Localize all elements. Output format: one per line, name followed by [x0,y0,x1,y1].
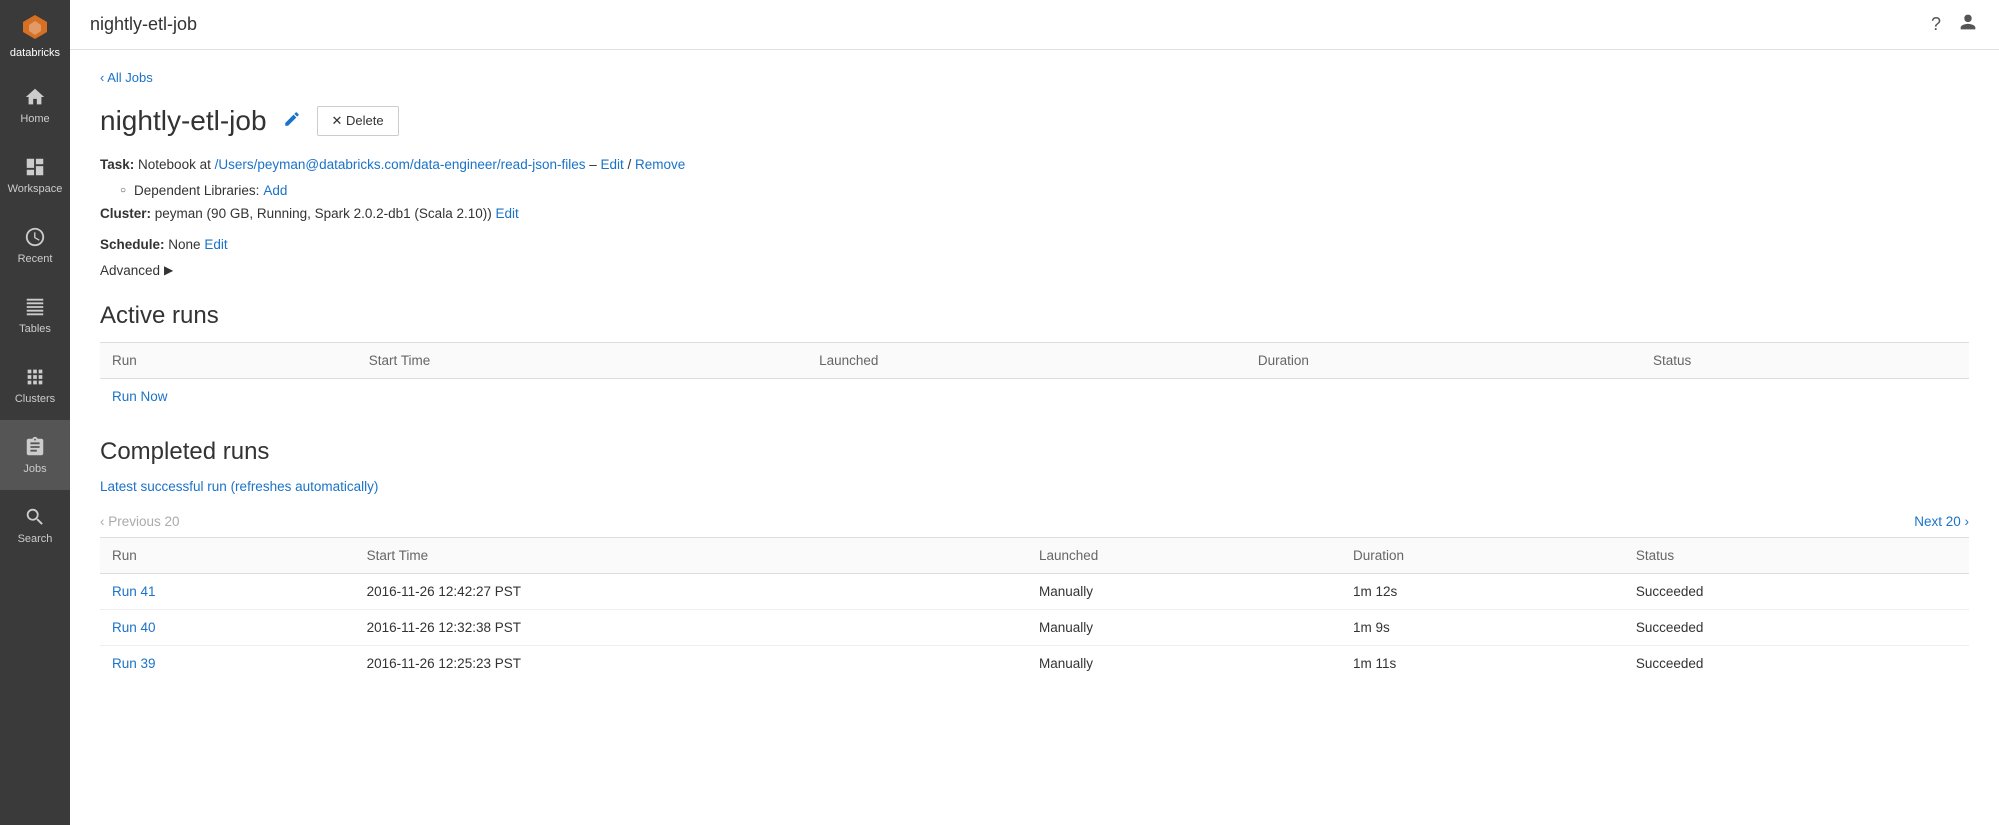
dep-libraries-add-link[interactable]: Add [263,183,287,198]
delete-button[interactable]: ✕ Delete [317,106,399,136]
schedule-edit-link[interactable]: Edit [204,237,227,252]
workspace-icon [23,155,47,179]
active-col-run: Run [100,342,357,378]
sidebar-item-label-tables: Tables [19,323,51,335]
sidebar-item-label-search: Search [18,533,53,545]
task-label: Task: [100,157,134,172]
task-separator: – [589,157,600,172]
jobs-icon [23,435,47,459]
task-text: Notebook at [138,157,215,172]
active-runs-table: Run Start Time Launched Duration Status … [100,342,1969,414]
prev-20-button[interactable]: ‹ Previous 20 [100,514,180,529]
sidebar-item-label-home: Home [20,113,49,125]
home-icon [23,85,47,109]
clusters-icon [23,365,47,389]
schedule-row: Schedule: None Edit [100,233,1969,257]
tables-icon [23,295,47,319]
search-icon [23,505,47,529]
task-separator2: / [628,157,636,172]
task-remove-link[interactable]: Remove [635,157,685,172]
topbar-actions: ? [1931,11,1979,38]
job-title: nightly-etl-job [100,105,267,137]
active-col-duration: Duration [1246,342,1641,378]
sidebar-item-label-clusters: Clusters [15,393,55,405]
table-row: Run 41 2016-11-26 12:42:27 PST Manually … [100,573,1969,609]
advanced-label: Advanced [100,263,160,278]
run-now-row: Run Now [100,378,1969,414]
recent-icon [23,225,47,249]
breadcrumb[interactable]: ‹ All Jobs [100,70,1969,85]
active-col-launched: Launched [807,342,1246,378]
help-icon[interactable]: ? [1931,14,1941,35]
run-link[interactable]: Run 41 [112,584,156,599]
sidebar-item-label-jobs: Jobs [23,463,46,475]
task-path-link[interactable]: /Users/peyman@databricks.com/data-engine… [215,157,586,172]
table-row: Run 40 2016-11-26 12:32:38 PST Manually … [100,609,1969,645]
comp-col-run: Run [100,537,355,573]
task-edit-link[interactable]: Edit [601,157,624,172]
latest-run-link[interactable]: Latest successful run (refreshes automat… [100,479,378,494]
next-20-button[interactable]: Next 20 › [1914,514,1969,529]
schedule-text: None [168,237,204,252]
cluster-edit-link[interactable]: Edit [495,206,518,221]
start-time-cell: 2016-11-26 12:42:27 PST [355,573,1027,609]
run-link[interactable]: Run 39 [112,656,156,671]
sidebar-logo-label: databricks [10,47,60,59]
main-area: nightly-etl-job ? ‹ All Jobs nightly-etl… [70,0,1999,825]
completed-runs-table: Run Start Time Launched Duration Status … [100,537,1969,681]
active-runs-title: Active runs [100,302,1969,330]
completed-runs-title: Completed runs [100,438,1969,466]
sidebar: databricks Home Workspace Recent Tables … [0,0,70,825]
comp-col-start: Start Time [355,537,1027,573]
sidebar-item-tables[interactable]: Tables [0,280,70,350]
advanced-arrow-icon: ▶ [164,263,173,277]
sidebar-item-workspace[interactable]: Workspace [0,140,70,210]
comp-col-status: Status [1624,537,1969,573]
job-task-row: Task: Notebook at /Users/peyman@databric… [100,153,1969,177]
active-col-start: Start Time [357,342,807,378]
run-now-link[interactable]: Run Now [112,389,168,404]
run-link[interactable]: Run 40 [112,620,156,635]
topbar-title: nightly-etl-job [90,14,197,35]
schedule-label: Schedule: [100,237,165,252]
start-time-cell: 2016-11-26 12:25:23 PST [355,645,1027,681]
comp-col-launched: Launched [1027,537,1341,573]
pagination: ‹ Previous 20 Next 20 › [100,514,1969,529]
sidebar-item-home[interactable]: Home [0,70,70,140]
sidebar-item-search[interactable]: Search [0,490,70,560]
content-area: ‹ All Jobs nightly-etl-job ✕ Delete Task… [70,50,1999,825]
job-edit-icon[interactable] [283,110,301,133]
cluster-label: Cluster: [100,206,151,221]
sidebar-item-jobs[interactable]: Jobs [0,420,70,490]
cluster-row: Cluster: peyman (90 GB, Running, Spark 2… [100,202,1969,226]
table-row: Run 39 2016-11-26 12:25:23 PST Manually … [100,645,1969,681]
duration-cell: 1m 12s [1341,573,1624,609]
sidebar-logo[interactable]: databricks [0,0,70,70]
launched-cell: Manually [1027,609,1341,645]
topbar: nightly-etl-job ? [70,0,1999,50]
advanced-row[interactable]: Advanced ▶ [100,263,1969,278]
launched-cell: Manually [1027,645,1341,681]
cluster-text: peyman (90 GB, Running, Spark 2.0.2-db1 … [155,206,496,221]
duration-cell: 1m 11s [1341,645,1624,681]
dep-libraries-label: Dependent Libraries: [134,183,259,198]
status-cell: Succeeded [1624,645,1969,681]
sidebar-item-label-recent: Recent [18,253,53,265]
job-header: nightly-etl-job ✕ Delete [100,105,1969,137]
comp-col-duration: Duration [1341,537,1624,573]
duration-cell: 1m 9s [1341,609,1624,645]
launched-cell: Manually [1027,573,1341,609]
dep-libraries-row: Dependent Libraries: Add [120,183,1969,198]
sidebar-item-clusters[interactable]: Clusters [0,350,70,420]
sidebar-item-recent[interactable]: Recent [0,210,70,280]
status-cell: Succeeded [1624,573,1969,609]
status-cell: Succeeded [1624,609,1969,645]
start-time-cell: 2016-11-26 12:32:38 PST [355,609,1027,645]
sidebar-item-label-workspace: Workspace [8,183,63,195]
user-icon[interactable] [1957,11,1979,38]
active-col-status: Status [1641,342,1969,378]
